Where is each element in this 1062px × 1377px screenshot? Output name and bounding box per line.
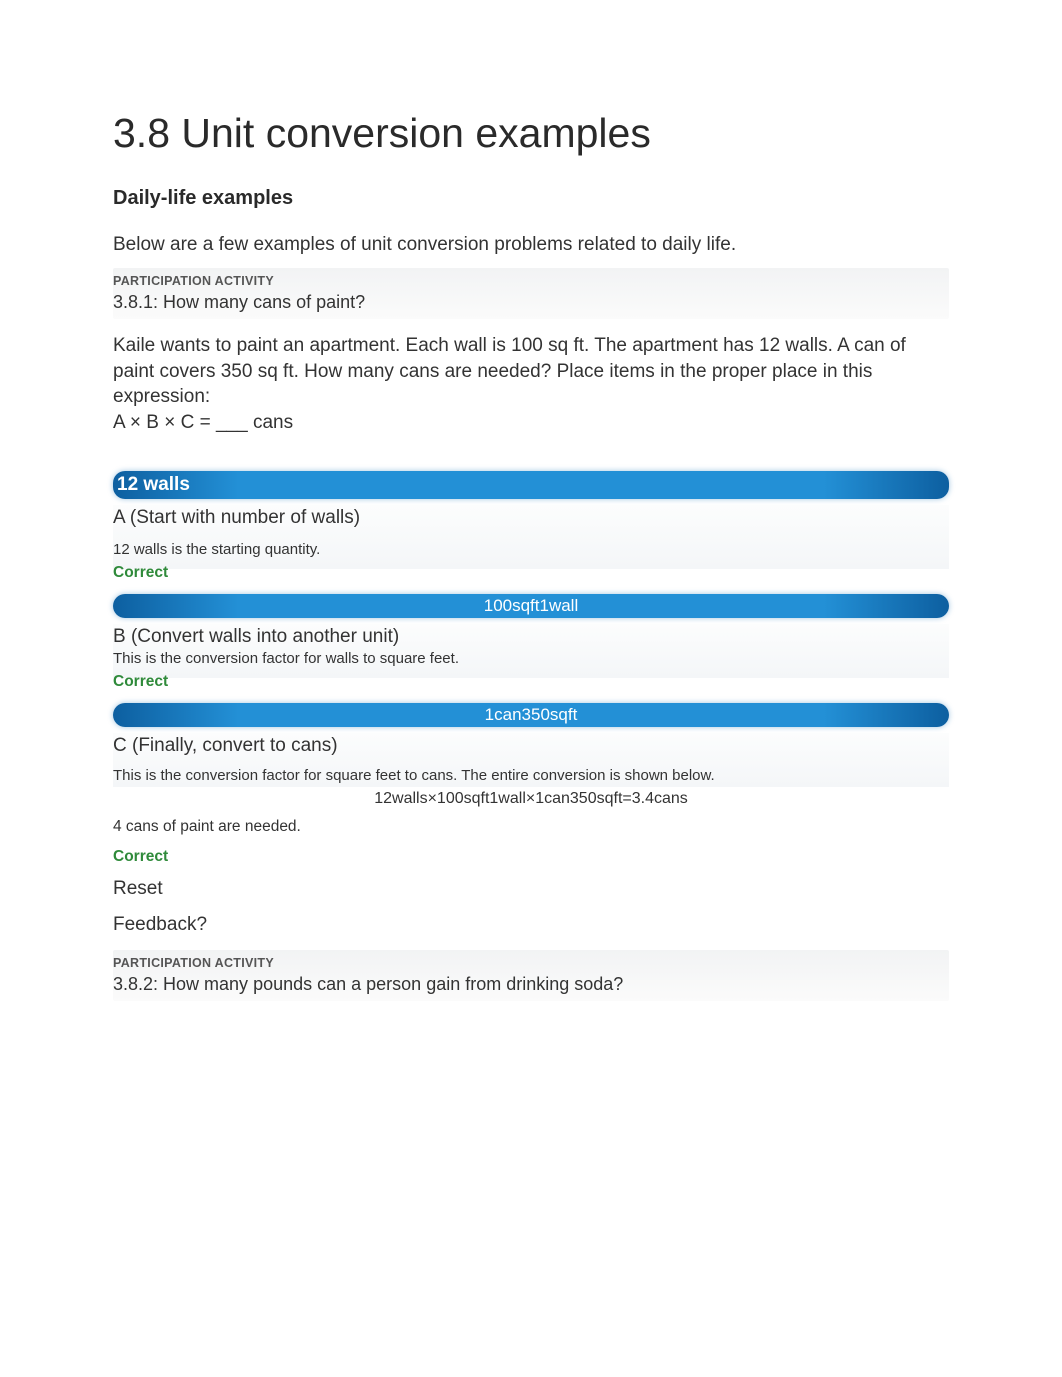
step-c-chip[interactable]: 1can350sqft [113,703,949,727]
step-c-full-conversion: 12walls×100sqft1wall×1can350sqft=3.4cans [113,790,949,808]
problem-expression: A × B × C = ___ cans [113,412,293,433]
activity-2-title: 3.8.2: How many pounds can a person gain… [113,974,949,995]
step-b: 100sqft1wall B (Convert walls into anoth… [113,594,949,691]
step-a-chip[interactable]: 12 walls [113,471,949,499]
step-b-status: Correct [113,673,949,691]
activity-1-title: 3.8.1: How many cans of paint? [113,292,949,313]
problem-body: Kaile wants to paint an apartment. Each … [113,335,906,407]
activity-2-header: PARTICIPATION ACTIVITY 3.8.2: How many p… [113,950,949,1001]
intro-text: Below are a few examples of unit convers… [113,234,949,256]
step-a-status: Correct [113,564,949,582]
feedback-link[interactable]: Feedback? [113,914,949,936]
step-c-status: Correct [113,848,949,866]
activity-1-problem: Kaile wants to paint an apartment. Each … [113,333,949,436]
step-b-chip[interactable]: 100sqft1wall [113,594,949,618]
reset-button[interactable]: Reset [113,878,949,900]
step-a-explanation: 12 walls is the starting quantity. [113,541,949,558]
activity-label: PARTICIPATION ACTIVITY [113,272,949,290]
step-c-explanation: This is the conversion factor for square… [113,767,949,784]
step-a-desc: A (Start with number of walls) [113,505,949,569]
step-c-result-note: 4 cans of paint are needed. [113,818,949,836]
step-b-explanation: This is the conversion factor for walls … [113,650,949,667]
activity-1-header: PARTICIPATION ACTIVITY 3.8.1: How many c… [113,268,949,319]
section-heading: Daily-life examples [113,187,949,210]
step-c: 1can350sqft C (Finally, convert to cans)… [113,703,949,866]
page-title: 3.8 Unit conversion examples [113,110,949,157]
step-a: 12 walls A (Start with number of walls) … [113,471,949,582]
activity-label: PARTICIPATION ACTIVITY [113,954,949,972]
